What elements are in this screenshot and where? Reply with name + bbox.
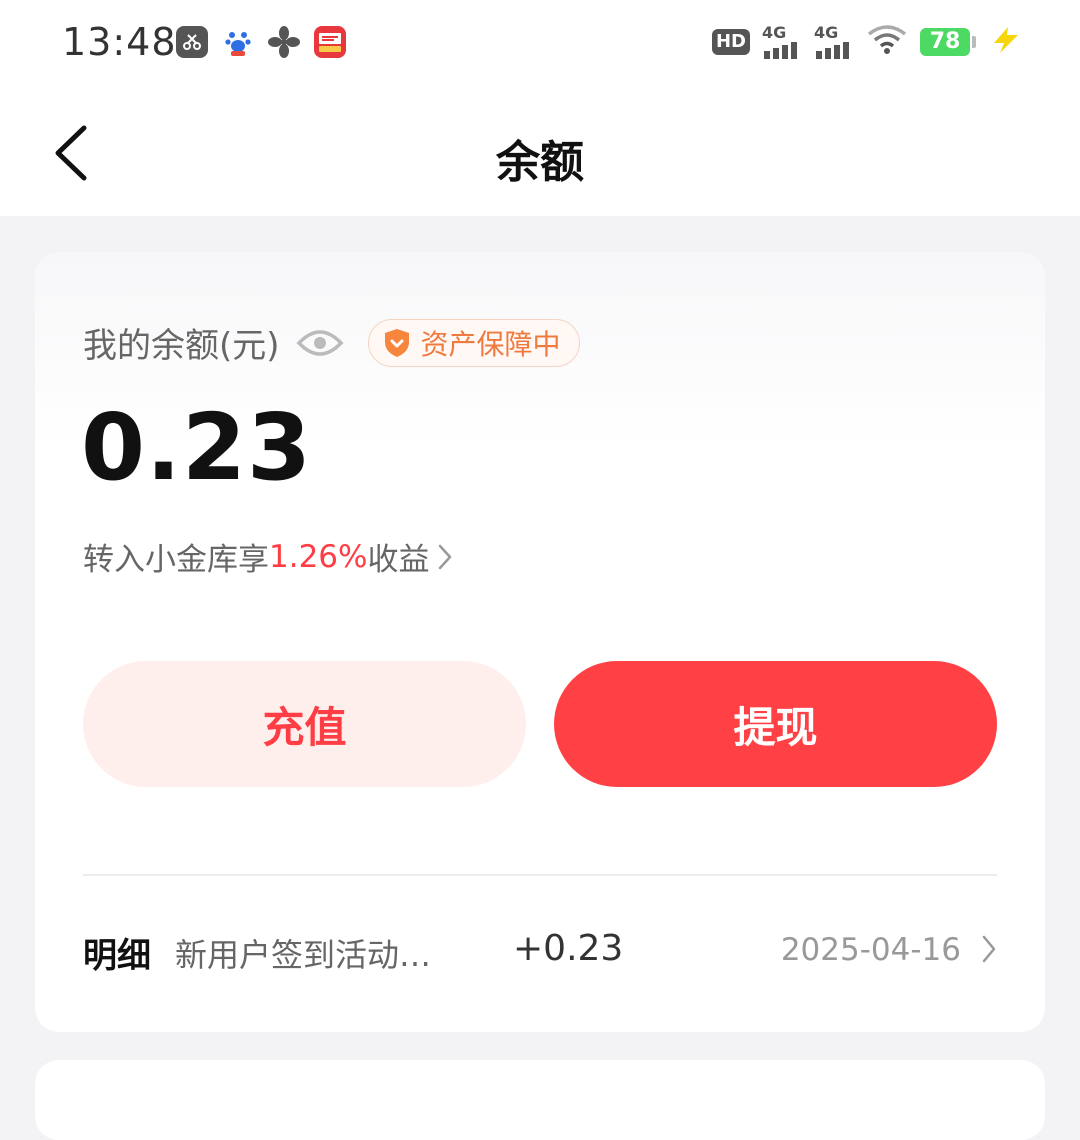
detail-amount: +0.23 — [513, 928, 624, 969]
transaction-detail-row[interactable]: 明细 新用户签到活动… +0.23 2025-04-16 — [83, 924, 997, 980]
wifi-icon — [866, 24, 908, 60]
secondary-card — [35, 1060, 1045, 1140]
divider — [83, 874, 997, 876]
chevron-right-icon — [981, 934, 997, 968]
balance-label: 我的余额(元) — [83, 326, 280, 366]
detail-description: 新用户签到活动… — [175, 936, 432, 974]
signal-icon-2: 4G — [814, 25, 854, 59]
page-title: 余额 — [496, 137, 584, 188]
balance-card: 我的余额(元) 资产保障中 0.23 转入小金库享 1.26% 收益 充值 提现… — [35, 252, 1045, 1032]
recharge-button[interactable]: 充值 — [83, 661, 526, 787]
hd-voice-icon: HD — [711, 29, 750, 55]
signal-icon: 4G — [762, 25, 802, 59]
scissors-app-icon — [176, 26, 208, 58]
baidu-app-icon — [222, 26, 254, 58]
balance-label-row: 我的余额(元) 资产保障中 — [83, 318, 580, 367]
toutiao-app-icon — [314, 26, 346, 58]
status-time: 13:48 — [62, 20, 177, 64]
detail-date: 2025-04-16 — [780, 932, 961, 968]
chevron-right-icon — [437, 543, 453, 571]
balance-amount: 0.23 — [81, 394, 312, 501]
battery-icon: 78 — [920, 28, 976, 56]
shield-icon — [384, 328, 409, 357]
detail-label: 明细 — [83, 936, 151, 976]
nav-bar: 余额 — [0, 90, 1080, 216]
fan-app-icon — [268, 26, 300, 58]
charging-icon — [988, 25, 1022, 59]
status-bar: 13:48 HD 4G 4G 78 — [0, 0, 1080, 90]
asset-guarantee-badge[interactable]: 资产保障中 — [367, 318, 580, 367]
promo-prefix: 转入小金库享 — [83, 542, 269, 578]
promo-suffix: 收益 — [367, 542, 430, 578]
vault-promo-link[interactable]: 转入小金库享 1.26% 收益 — [83, 534, 453, 579]
eye-icon[interactable] — [296, 326, 346, 360]
promo-rate: 1.26% — [269, 538, 368, 575]
notification-icons — [176, 26, 346, 58]
withdraw-button[interactable]: 提现 — [554, 661, 997, 787]
guarantee-text: 资产保障中 — [420, 327, 561, 361]
system-icons: HD 4G 4G 78 — [711, 24, 1022, 60]
